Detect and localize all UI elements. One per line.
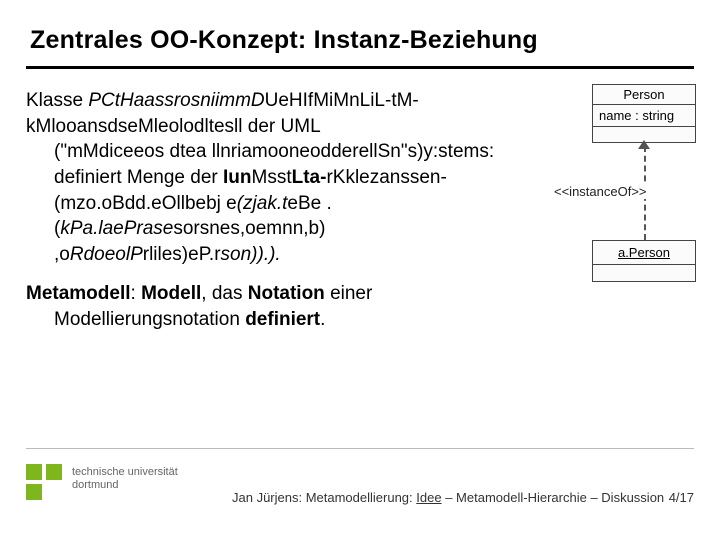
t: Msst bbox=[252, 167, 292, 188]
t: : bbox=[131, 283, 142, 304]
t: son)).). bbox=[221, 244, 281, 265]
footer-author: Jan Jürjens: Metamodellierung: bbox=[232, 490, 416, 505]
t: (zjak.t bbox=[237, 193, 288, 214]
stereotype-label: <<instanceOf>> bbox=[552, 184, 649, 199]
footer-nav-hierarchie: Metamodell-Hierarchie bbox=[456, 490, 587, 505]
t: kMlooansdseMleolodltesll der UML bbox=[26, 116, 321, 137]
uml-class-attr: name : string bbox=[593, 105, 695, 126]
t: , das bbox=[201, 283, 247, 304]
page-number: 4/17 bbox=[669, 490, 694, 505]
uml-class-box: Person name : string bbox=[592, 84, 696, 143]
p2-line2: Modellierungsnotation definiert. bbox=[54, 307, 496, 333]
uml-object-name: a.Person bbox=[593, 241, 695, 265]
t: s dtea lln bbox=[155, 141, 231, 162]
footer-credits: Jan Jürjens: Metamodellierung: Idee – Me… bbox=[232, 490, 664, 505]
footer-rule bbox=[26, 448, 694, 449]
footer-nav-idee: Idee bbox=[416, 490, 441, 505]
t: rliles)eP.r bbox=[143, 244, 221, 265]
t: U bbox=[265, 90, 279, 111]
t: ("mMdiceeo bbox=[54, 141, 155, 162]
t: riamooneodderellSn"s)y bbox=[231, 141, 433, 162]
t: Iun bbox=[223, 167, 252, 188]
t: PCtHaassrosniimmD bbox=[88, 90, 264, 111]
t: Klasse bbox=[26, 90, 88, 111]
t: . bbox=[320, 309, 325, 330]
t: RdoeolP bbox=[70, 244, 143, 265]
t: definiert bbox=[245, 309, 320, 330]
t: :stems: bbox=[433, 141, 494, 162]
logo-square bbox=[46, 464, 62, 480]
t: eHIfMiMnLiL-tM- bbox=[278, 90, 418, 111]
t: Notation bbox=[248, 283, 325, 304]
uml-object-slot bbox=[593, 265, 695, 281]
t: Lta- bbox=[292, 167, 327, 188]
uml-class-name: Person bbox=[593, 85, 695, 105]
university-logo: technische universität dortmund bbox=[26, 456, 206, 506]
footer-sep: – bbox=[442, 490, 456, 505]
dependency-arrowhead bbox=[638, 140, 650, 149]
p1-line2: ("mMdiceeos dtea llnriamooneodderellSn"s… bbox=[54, 139, 496, 165]
uml-diagram: Person name : string <<instanceOf>> a.Pe… bbox=[500, 84, 696, 284]
t: (mzo.oBdd.eO bbox=[54, 193, 177, 214]
title-rule bbox=[26, 66, 694, 69]
footer-sep: – bbox=[587, 490, 601, 505]
body-text: Klasse PCtHaassrosniimmDUeHIfMiMnLiL-tM-… bbox=[26, 88, 496, 333]
t: definiert Menge der bbox=[54, 167, 223, 188]
logo-text-line2: dortmund bbox=[72, 479, 178, 492]
t: Modell bbox=[141, 283, 201, 304]
slide-title: Zentrales OO-Konzept: Instanz-Beziehung bbox=[30, 26, 538, 55]
logo-text: technische universität dortmund bbox=[72, 466, 178, 491]
logo-square bbox=[26, 484, 42, 500]
t: llbebj e bbox=[177, 193, 237, 214]
logo-text-line1: technische universität bbox=[72, 466, 178, 479]
logo-mark bbox=[26, 464, 64, 502]
t: Modellierungsnotation bbox=[54, 309, 245, 330]
logo-square bbox=[26, 464, 42, 480]
p1-line1: Klasse PCtHaassrosniimmDUeHIfMiMnLiL-tM-… bbox=[26, 88, 496, 139]
t: rKklezans bbox=[326, 167, 409, 188]
t: kPa.laePrase bbox=[60, 218, 173, 239]
p1-line4: (mzo.oBdd.eOllbebj e(zjak.teBe .(kPa.lae… bbox=[54, 191, 496, 268]
t: einer bbox=[325, 283, 373, 304]
t: sen- bbox=[410, 167, 447, 188]
uml-object-box: a.Person bbox=[592, 240, 696, 282]
t: Metamodell bbox=[26, 283, 131, 304]
p2-line1: Metamodell: Modell, das Notation einer bbox=[26, 281, 496, 307]
p1-line3: definiert Menge der IunMsstLta-rKklezans… bbox=[54, 165, 496, 191]
t: sorsnes,oe bbox=[173, 218, 266, 239]
footer-nav-diskussion: Diskussion bbox=[601, 490, 664, 505]
